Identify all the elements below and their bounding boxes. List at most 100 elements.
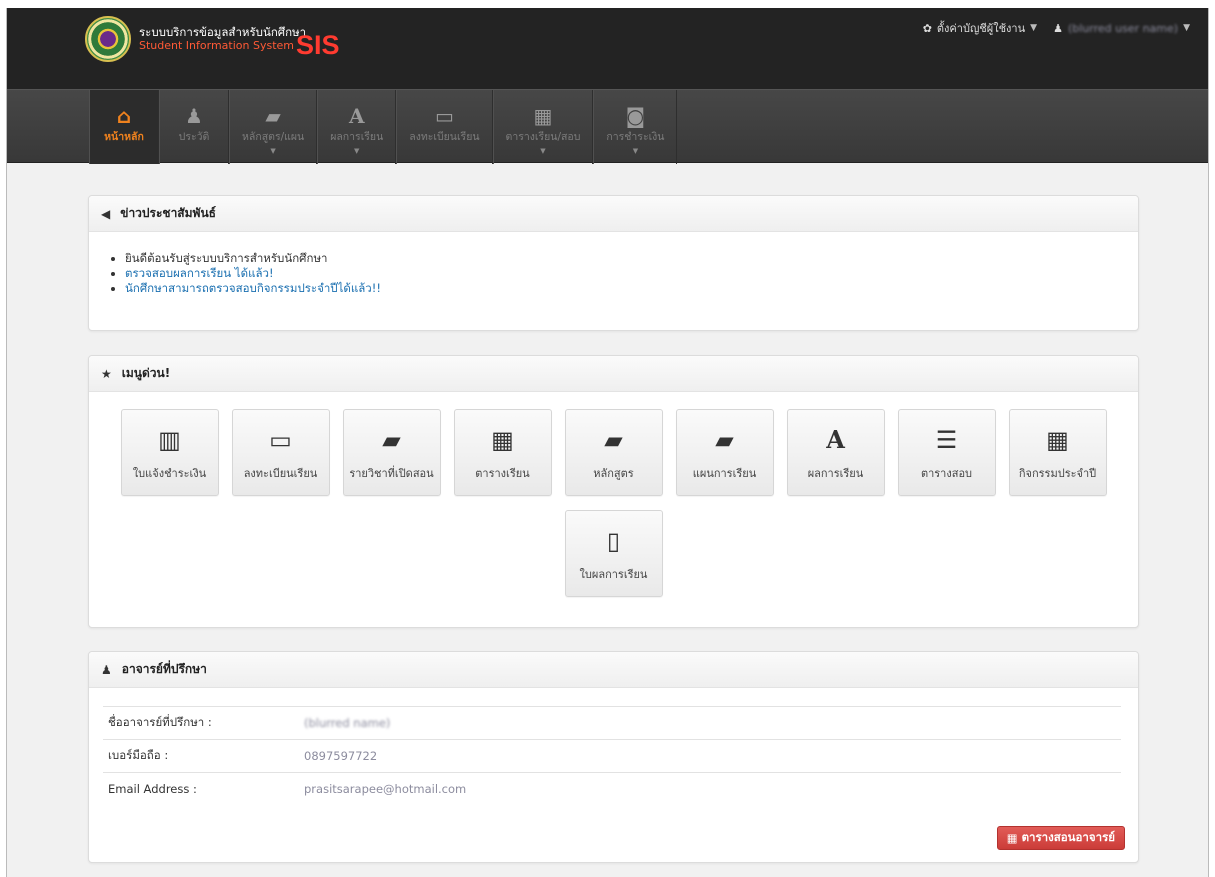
table-icon: ▦ — [1006, 831, 1018, 845]
gear-icon: ✿ — [922, 21, 932, 35]
nav-item-3[interactable]: A ผลการเรียน ▼ — [317, 90, 397, 164]
chevron-down-icon: ▼ — [540, 147, 546, 155]
quick-menu-button-5[interactable]: ▰ แผนการเรียน — [675, 409, 774, 496]
quick-menu-button-0[interactable]: ▥ ใบแจ้งชำระเงิน — [120, 409, 219, 496]
advisor-panel: ♟ อาจารย์ที่ปรึกษา ชื่ออาจารย์ที่ปรึกษา … — [88, 651, 1139, 863]
advisor-field-label: Email Address : — [103, 772, 299, 806]
calendar-icon: ▦ — [533, 104, 553, 128]
table-row: เบอร์มือถือ :0897597722 — [103, 739, 1121, 773]
quick-menu-button-3[interactable]: ▦ ตารางเรียน — [453, 409, 552, 496]
book-icon: ▰ — [604, 426, 623, 454]
advisor-field-label: ชื่ออาจารย์ที่ปรึกษา : — [103, 706, 299, 740]
user-icon: ♟ — [185, 104, 203, 128]
nav-item-5[interactable]: ▦ ตารางเรียน/สอบ ▼ — [492, 90, 594, 164]
user-menu-label: (blurred user name) — [1067, 21, 1179, 35]
brand-logo-link[interactable]: ระบบบริการข้อมูลสำหรับนักศึกษา Student I… — [85, 16, 340, 62]
quick-menu-button-label: ใบผลการเรียน — [579, 568, 648, 581]
quick-menu-button-label: ตารางสอบ — [920, 467, 973, 480]
news-item[interactable]: นักศึกษาสามารถตรวจสอบกิจกรรมประจำปีได้แล… — [125, 281, 1138, 296]
user-icon: ♟ — [101, 662, 112, 677]
quick-menu-panel-header: ★ เมนูด่วน! — [89, 356, 1138, 392]
table-row: ชื่ออาจารย์ที่ปรึกษา : (blurred name) — [103, 706, 1121, 740]
nav-items: ⌂ หน้าหลัก ♟ ประวัติ ▰ หลักสูตร/แผน ▼ A ผลการเรี… — [89, 90, 678, 164]
news-item-link[interactable]: นักศึกษาสามารถตรวจสอบกิจกรรมประจำปีได้แล… — [125, 281, 381, 295]
star-icon: ★ — [101, 366, 112, 381]
quick-menu-button-label: ตารางเรียน — [475, 467, 530, 480]
advisor-panel-header: ♟ อาจารย์ที่ปรึกษา — [89, 652, 1138, 688]
news-panel: ◀ ข่าวประชาสัมพันธ์ ยินดีต้อนรับสู่ระบบบ… — [88, 195, 1139, 331]
megaphone-icon: ◀ — [101, 206, 111, 221]
news-panel-header: ◀ ข่าวประชาสัมพันธ์ — [89, 196, 1138, 232]
file-icon: ▯ — [606, 527, 621, 555]
nav-item-label: ตารางเรียน/สอบ — [505, 131, 581, 143]
main-navbar: ⌂ หน้าหลัก ♟ ประวัติ ▰ หลักสูตร/แผน ▼ A ผลการเรี… — [7, 89, 1208, 164]
quick-menu-button-9[interactable]: ▯ ใบผลการเรียน — [564, 510, 663, 597]
nav-item-0[interactable]: ⌂ หน้าหลัก — [89, 90, 159, 164]
chevron-down-icon: ▼ — [270, 147, 276, 155]
news-item: ยินดีต้อนรับสู่ระบบบริการสำหรับนักศึกษา — [125, 251, 1138, 266]
advisor-field-value: prasitsarapee@hotmail.com — [299, 772, 1121, 806]
nav-item-label: หลักสูตร/แผน — [242, 131, 305, 143]
font-a-icon: A — [348, 104, 365, 128]
nav-item-2[interactable]: ▰ หลักสูตร/แผน ▼ — [229, 90, 318, 164]
table-icon: ▦ — [1046, 426, 1069, 454]
quick-menu-button-6[interactable]: A ผลการเรียน — [786, 409, 885, 496]
brand-sis: SIS — [296, 30, 340, 60]
quick-menu-button-label: กิจกรรมประจำปี — [1018, 467, 1097, 480]
brand-english: Student Information System — [139, 39, 294, 52]
nav-item-label: การชำระเงิน — [606, 131, 665, 143]
nav-item-4[interactable]: ▭ ลงทะเบียนเรียน — [396, 90, 493, 164]
monitor-icon: ▭ — [434, 104, 454, 128]
nav-item-6[interactable]: ◙ การชำระเงิน ▼ — [593, 90, 678, 164]
top-header: ระบบบริการข้อมูลสำหรับนักศึกษา Student I… — [7, 8, 1208, 89]
quick-menu-grid: ▥ ใบแจ้งชำระเงิน ▭ ลงทะเบียนเรียน ▰ รายวิชาที… — [89, 392, 1138, 597]
quick-menu-button-label: แผนการเรียน — [692, 467, 757, 480]
table-row: Email Address : prasitsarapee@hotmail.com — [103, 772, 1121, 806]
quick-menu-panel: ★ เมนูด่วน! ▥ ใบแจ้งชำระเงิน ▭ ลงทะเบียนเรี… — [88, 355, 1139, 628]
chevron-down-icon: ▼ — [1030, 23, 1038, 33]
nav-item-label: หน้าหลัก — [104, 131, 144, 143]
university-seal-logo — [85, 16, 131, 62]
page-frame: ระบบบริการข้อมูลสำหรับนักศึกษา Student I… — [6, 8, 1209, 877]
quick-menu-panel-title: เมนูด่วน! — [121, 366, 171, 380]
teacher-schedule-button[interactable]: ▦ ตารางสอนอาจารย์ — [996, 826, 1125, 850]
quick-menu-button-1[interactable]: ▭ ลงทะเบียนเรียน — [231, 409, 330, 496]
chevron-down-icon: ▼ — [632, 147, 639, 155]
book-icon: ▰ — [265, 104, 281, 128]
nav-item-label: ประวัติ — [178, 131, 210, 143]
book-icon: ▰ — [715, 426, 734, 454]
quick-menu-button-8[interactable]: ▦ กิจกรรมประจำปี — [1008, 409, 1107, 496]
advisor-table: ชื่ออาจารย์ที่ปรึกษา : (blurred name) เบอร… — [103, 706, 1121, 806]
news-item[interactable]: ตรวจสอบผลการเรียน ได้แล้ว! — [125, 266, 1138, 281]
nav-item-label: ผลการเรียน — [330, 131, 384, 143]
nav-item-1[interactable]: ♟ ประวัติ — [159, 90, 229, 164]
home-icon: ⌂ — [116, 104, 132, 128]
advisor-field-label: เบอร์มือถือ : — [103, 739, 299, 773]
user-menu[interactable]: ♟ (blurred user name) ▼ — [1053, 19, 1190, 37]
book-icon: ▰ — [382, 426, 401, 454]
money-icon: ◙ — [625, 104, 646, 128]
quick-menu-button-label: รายวิชาที่เปิดสอน — [349, 467, 434, 480]
advisor-field-value: 0897597722 — [299, 739, 1121, 773]
news-panel-title: ข่าวประชาสัมพันธ์ — [120, 206, 216, 220]
chevron-down-icon: ▼ — [354, 147, 360, 155]
font-a-icon: A — [826, 425, 845, 454]
user-icon: ♟ — [1053, 21, 1063, 35]
settings-menu[interactable]: ✿ ตั้งค่าบัญชีผู้ใช้งาน ▼ — [923, 19, 1037, 37]
list-icon: ☰ — [935, 426, 958, 454]
news-list: ยินดีต้อนรับสู่ระบบบริการสำหรับนักศึกษาต… — [89, 232, 1138, 296]
quick-menu-button-label: ผลการเรียน — [807, 467, 864, 480]
settings-menu-label: ตั้งค่าบัญชีผู้ใช้งาน — [936, 22, 1026, 35]
quick-menu-button-4[interactable]: ▰ หลักสูตร — [564, 409, 663, 496]
barcode-icon: ▥ — [158, 426, 181, 454]
quick-menu-button-7[interactable]: ☰ ตารางสอบ — [897, 409, 996, 496]
quick-menu-button-2[interactable]: ▰ รายวิชาที่เปิดสอน — [342, 409, 441, 496]
teacher-schedule-button-label: ตารางสอนอาจารย์ — [1021, 830, 1115, 844]
nav-item-label: ลงทะเบียนเรียน — [409, 131, 480, 143]
calendar-icon: ▦ — [491, 426, 514, 454]
news-item-link[interactable]: ตรวจสอบผลการเรียน ได้แล้ว! — [125, 266, 274, 280]
top-right-menu: ✿ ตั้งค่าบัญชีผู้ใช้งาน ▼ ♟ (blurred use… — [923, 19, 1190, 37]
quick-menu-button-label: หลักสูตร — [593, 467, 634, 480]
monitor-icon: ▭ — [269, 426, 292, 454]
advisor-panel-title: อาจารย์ที่ปรึกษา — [121, 662, 207, 676]
